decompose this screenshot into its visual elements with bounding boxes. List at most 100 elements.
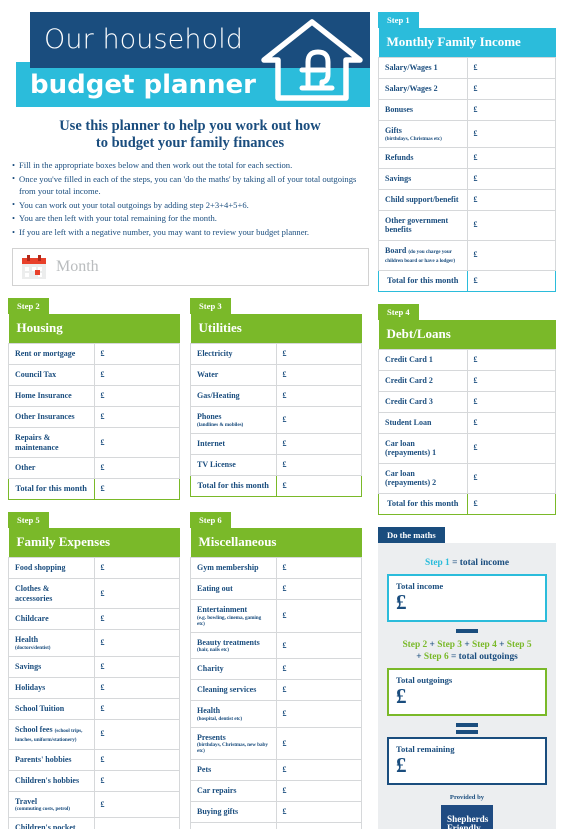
row-value-cell[interactable]: £	[275, 432, 362, 455]
step-5-rows: Food shopping £ Clothes & accessories £ Chil…	[8, 557, 180, 829]
step-1-heading: Monthly Family Income	[378, 28, 556, 58]
row-label: Travel	[15, 796, 38, 806]
row-value-cell[interactable]: £	[466, 78, 556, 100]
row-value-cell[interactable]: £	[466, 348, 556, 371]
table-row: Credit Card 3 £	[378, 390, 556, 413]
row-value-cell[interactable]: £	[466, 120, 556, 148]
row-label: Credit Card 3	[385, 396, 433, 406]
table-row: Food shopping £	[8, 557, 180, 580]
row-value-cell[interactable]: £	[93, 748, 180, 771]
table-row: School fees (school trips, lunches, unif…	[8, 718, 180, 750]
total-outgoings-box[interactable]: Total outgoings £	[387, 667, 547, 716]
row-label: School fees	[15, 724, 53, 734]
table-row: TV License £	[190, 453, 362, 476]
list-item: If you are left with a negative number, …	[12, 226, 372, 238]
row-value-cell[interactable]: £	[93, 817, 180, 829]
row-value-cell[interactable]: £	[93, 427, 180, 459]
row-value-cell[interactable]: £	[93, 629, 180, 657]
outgoings-equation-tail: = total outgoings	[448, 651, 518, 662]
step-3-heading: Utilities	[190, 314, 362, 344]
row-value-cell[interactable]: £	[275, 801, 362, 824]
plus-2: +	[464, 639, 470, 650]
row-label-cell: Phones (landlines & mobiles)	[190, 406, 277, 434]
row-value-cell[interactable]: £	[275, 726, 362, 761]
table-row: Rent or mortgage £	[8, 343, 180, 366]
row-value-cell[interactable]: £	[275, 700, 362, 728]
row-value-cell[interactable]: £	[275, 406, 362, 434]
row-value-cell[interactable]: £	[466, 167, 556, 190]
row-value-cell[interactable]: £	[93, 718, 180, 750]
step-2-table: Housing Rent or mortgage £ Council Tax £ Hom…	[8, 314, 180, 501]
row-value-cell[interactable]: £	[275, 343, 362, 366]
row-value-cell[interactable]: £	[275, 453, 362, 476]
total-value-cell[interactable]: £	[93, 478, 180, 501]
total-remaining-label: Total remaining	[396, 743, 455, 754]
row-value-cell[interactable]: £	[275, 780, 362, 803]
row-value-cell[interactable]: £	[275, 599, 362, 633]
row-value-cell[interactable]: £	[93, 364, 180, 387]
row-value-cell[interactable]: £	[275, 759, 362, 782]
row-value-cell[interactable]: £	[93, 406, 180, 429]
row-value-cell[interactable]: £	[466, 369, 556, 392]
total-outgoings-label: Total outgoings	[396, 674, 453, 685]
income-equation-rest: = total income	[449, 557, 509, 568]
row-value-cell[interactable]: £	[93, 790, 180, 819]
row-value-cell[interactable]: £	[466, 390, 556, 413]
row-value-cell[interactable]: £	[93, 655, 180, 678]
total-value-cell[interactable]: £	[275, 474, 362, 497]
row-value-cell[interactable]: £	[93, 343, 180, 366]
row-value-cell[interactable]: £	[275, 578, 362, 601]
table-row: Home Insurance £	[8, 385, 180, 408]
table-row: Repairs & maintenance £	[8, 427, 180, 459]
row-value-cell[interactable]: £	[275, 631, 362, 660]
step-5-tab: Step 5	[8, 512, 49, 529]
step-2-heading: Housing	[8, 314, 180, 344]
row-sublabel: (birthdays, Christmas etc)	[385, 135, 442, 142]
row-label: Bonuses	[385, 105, 414, 115]
row-value-cell[interactable]: £	[275, 679, 362, 702]
row-value-cell[interactable]: £	[93, 385, 180, 408]
total-remaining-box[interactable]: Total remaining £	[387, 736, 547, 785]
row-value-cell[interactable]: £	[466, 432, 556, 464]
row-value-cell[interactable]: £	[93, 557, 180, 580]
table-row: Clothes & accessories £	[8, 578, 180, 610]
table-row: Pets £	[190, 759, 362, 782]
row-value-cell[interactable]: £	[93, 676, 180, 699]
row-value-cell[interactable]: £	[93, 697, 180, 720]
total-value-cell[interactable]: £	[466, 492, 556, 515]
row-value-cell[interactable]: £	[275, 364, 362, 387]
row-value-cell[interactable]: £	[466, 99, 556, 121]
table-row: Childcare £	[8, 608, 180, 631]
step-4-block: Step 4 Debt/Loans Credit Card 1 £ Credit C…	[378, 302, 556, 515]
row-value-cell[interactable]: £	[466, 411, 556, 434]
intro-bullet-list: Fill in the appropriate boxes below and …	[12, 158, 372, 238]
row-label: Gifts	[385, 126, 402, 135]
row-value-cell[interactable]: £	[93, 769, 180, 792]
row-value-cell[interactable]: £	[466, 462, 556, 494]
row-value-cell[interactable]: £	[93, 608, 180, 631]
row-value-cell[interactable]: £	[275, 557, 362, 580]
table-row: Holidays £	[8, 676, 180, 699]
row-value-cell[interactable]: £	[275, 822, 362, 829]
row-value-cell[interactable]: £	[93, 457, 180, 480]
row-value-cell[interactable]: £	[466, 188, 556, 211]
row-value-cell[interactable]: £	[93, 578, 180, 610]
row-value-cell[interactable]: £	[275, 385, 362, 408]
row-value-cell[interactable]: £	[275, 658, 362, 681]
table-row: Beauty treatments (hair, nails etc) £	[190, 631, 362, 660]
row-label-cell: Car loan (repayments) 1	[378, 432, 468, 464]
table-row-total: Total for this month £	[8, 478, 180, 501]
row-value-cell[interactable]: £	[466, 209, 556, 241]
row-sublabel: (doctors/dentist)	[15, 644, 51, 651]
total-income-box[interactable]: Total income £	[387, 573, 547, 622]
row-value-cell[interactable]: £	[466, 57, 556, 79]
plus-3: +	[499, 639, 505, 650]
month-input[interactable]: Month	[12, 248, 369, 287]
row-value-cell[interactable]: £	[466, 239, 556, 271]
row-label-cell: Credit Card 2	[378, 369, 468, 392]
row-label: Holidays	[15, 682, 46, 692]
row-value-cell[interactable]: £	[466, 146, 556, 169]
total-value-cell[interactable]: £	[466, 269, 556, 292]
row-label: Car loan (repayments) 2	[385, 468, 437, 488]
step-3-table: Utilities Electricity £ Water £ Gas/Heating £…	[190, 314, 362, 497]
